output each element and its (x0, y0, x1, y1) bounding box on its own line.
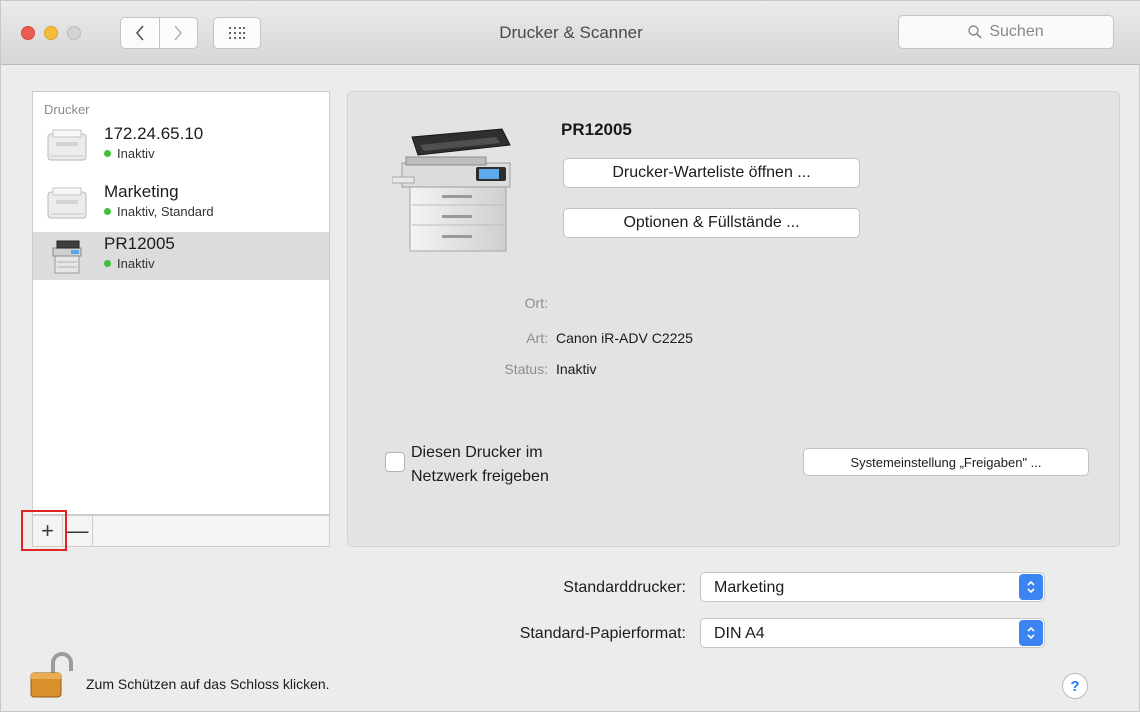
default-paper-label: Standard-Papierformat: (519, 625, 686, 642)
status-dot-icon (104, 208, 111, 215)
printer-name: PR12005 (104, 234, 175, 253)
select-arrows-icon (1019, 620, 1043, 646)
status-label: Status: (504, 361, 548, 377)
printer-title: PR12005 (561, 120, 632, 139)
printer-status: Inaktiv, Standard (104, 204, 214, 219)
status-dot-icon (104, 150, 111, 157)
help-button[interactable]: ? (1062, 673, 1088, 699)
lock-hint-text: Zum Schützen auf das Schloss klicken. (86, 676, 330, 692)
search-placeholder: Suchen (989, 23, 1044, 40)
printer-status-text: Inaktiv (117, 146, 155, 161)
printer-detail-panel: PR12005 Drucker-Warteliste öffnen ... Op… (347, 91, 1120, 547)
kind-label: Art: (526, 330, 548, 346)
printer-generic-icon (47, 129, 87, 161)
share-label-line-2: Netzwerk freigeben (411, 468, 549, 485)
sharing-preferences-button[interactable]: Systemeinstellung „Freigaben" ... (803, 448, 1089, 476)
open-print-queue-button[interactable]: Drucker-Warteliste öffnen ... (563, 158, 860, 188)
default-printer-value: Marketing (714, 579, 785, 596)
share-printer-label: Diesen Drucker im Netzwerk freigeben (411, 441, 549, 489)
printer-name: 172.24.65.10 (104, 124, 204, 143)
printer-status-text: Inaktiv, Standard (117, 204, 214, 219)
share-printer-checkbox[interactable] (385, 452, 405, 472)
printer-list: Drucker 172.24.65.10 Inaktiv Marketing I… (32, 91, 330, 515)
search-field[interactable]: Suchen (898, 15, 1114, 49)
printers-scanners-window: Drucker & Scanner Suchen Drucker 172.24.… (0, 0, 1140, 712)
default-printer-select[interactable]: Marketing (700, 572, 1045, 602)
printer-multifunction-icon (52, 240, 82, 274)
default-paper-select[interactable]: DIN A4 (700, 618, 1045, 648)
search-icon (968, 25, 982, 39)
printer-item-172-24-65-10[interactable]: 172.24.65.10 Inaktiv (33, 122, 329, 170)
titlebar: Drucker & Scanner Suchen (1, 1, 1140, 65)
printer-status-text: Inaktiv (117, 256, 155, 271)
status-dot-icon (104, 260, 111, 267)
status-value: Inaktiv (556, 361, 597, 377)
location-label: Ort: (524, 295, 548, 311)
default-printer-label: Standarddrucker: (563, 579, 686, 596)
share-label-line-1: Diesen Drucker im (411, 444, 543, 461)
printer-item-marketing[interactable]: Marketing Inaktiv, Standard (33, 180, 329, 228)
select-arrows-icon (1019, 574, 1043, 600)
printer-generic-icon (47, 187, 87, 219)
list-footer-toolbar: + — (32, 515, 330, 547)
list-header: Drucker (44, 102, 90, 117)
printer-status: Inaktiv (104, 146, 155, 161)
add-button-highlight (21, 510, 67, 551)
default-paper-value: DIN A4 (714, 625, 765, 642)
printer-item-pr12005[interactable]: PR12005 Inaktiv (33, 232, 329, 280)
printer-status: Inaktiv (104, 256, 155, 271)
lock-icon[interactable] (23, 651, 73, 699)
printer-name: Marketing (104, 182, 179, 201)
options-supplies-button[interactable]: Optionen & Füllstände ... (563, 208, 860, 238)
kind-value: Canon iR-ADV C2225 (556, 330, 693, 346)
remove-printer-button[interactable]: — (63, 516, 93, 546)
printer-multifunction-icon (392, 128, 511, 252)
